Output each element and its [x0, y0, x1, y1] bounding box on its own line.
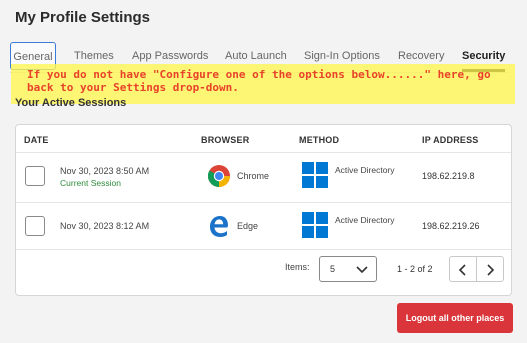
windows-icon [302, 162, 328, 188]
chevron-left-icon [458, 264, 466, 276]
items-per-page-select[interactable]: 5 [319, 256, 377, 282]
session-date: Nov 30, 2023 8:50 AM [60, 166, 150, 176]
row-divider [16, 249, 511, 250]
column-header-method: METHOD [299, 135, 340, 145]
chevron-down-icon [356, 266, 368, 274]
edge-icon [210, 216, 228, 237]
chevron-right-icon [487, 264, 495, 276]
column-header-ip: IP ADDRESS [422, 135, 479, 145]
session-method: Active Directory [335, 215, 395, 225]
column-header-browser: BROWSER [201, 135, 250, 145]
header-divider [16, 152, 511, 153]
next-page-button[interactable] [476, 256, 504, 282]
session-date: Nov 30, 2023 8:12 AM [60, 221, 150, 231]
windows-icon [302, 212, 328, 238]
logout-all-other-places-button[interactable]: Logout all other places [397, 303, 513, 333]
session-ip: 198.62.219.26 [422, 221, 480, 231]
session-browser: Edge [237, 221, 259, 231]
chrome-icon [207, 165, 230, 187]
annotation-note: If you do not have "Configure one of the… [27, 68, 491, 94]
section-heading: Your Active Sessions [15, 97, 127, 109]
session-method: Active Directory [335, 165, 395, 175]
items-per-page-value: 5 [330, 264, 336, 274]
pagination-range: 1 - 2 of 2 [397, 264, 433, 274]
page-title: My Profile Settings [15, 9, 151, 26]
current-session-badge: Current Session [60, 178, 121, 188]
row-divider [16, 202, 511, 203]
previous-page-button[interactable] [449, 256, 477, 282]
session-checkbox[interactable] [25, 166, 45, 186]
column-header-date: DATE [24, 135, 49, 145]
session-checkbox[interactable] [25, 216, 45, 236]
session-browser: Chrome [237, 171, 270, 181]
sessions-table: DATE BROWSER METHOD IP ADDRESS Nov 30, 2… [15, 124, 512, 296]
session-ip: 198.62.219.8 [422, 171, 475, 181]
items-per-page-label: Items: [285, 262, 310, 272]
